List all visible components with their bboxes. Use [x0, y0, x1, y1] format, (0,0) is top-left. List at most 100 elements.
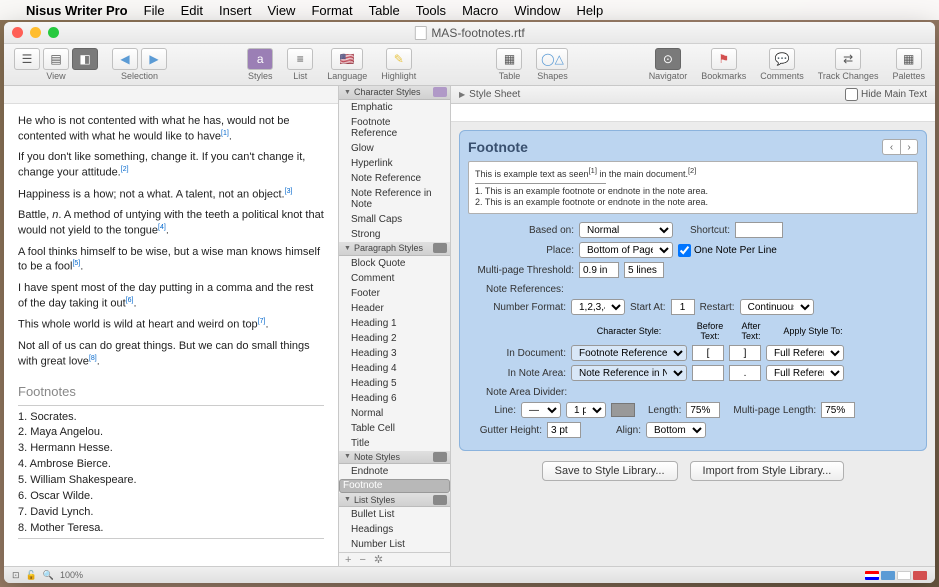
flag-icon[interactable] [897, 571, 911, 580]
style-item-endnote[interactable]: Endnote [339, 464, 450, 479]
in-document-before-input[interactable] [692, 345, 724, 361]
close-button[interactable] [12, 27, 23, 38]
style-settings-button[interactable]: ✲ [374, 553, 383, 566]
style-item[interactable]: Heading 1 [339, 316, 450, 331]
highlight-button[interactable]: ✎ [386, 48, 412, 70]
menu-file[interactable]: File [144, 3, 165, 18]
style-item[interactable]: Footer [339, 286, 450, 301]
remove-style-button[interactable]: − [359, 554, 365, 566]
navigator-button[interactable]: ⊙ [655, 48, 681, 70]
menu-tools[interactable]: Tools [416, 3, 446, 18]
in-note-area-style-select[interactable]: Note Reference in Note [571, 365, 687, 381]
flag-icon[interactable] [865, 571, 879, 580]
selection-prev-button[interactable]: ◀ [112, 48, 138, 70]
status-icon[interactable]: 🔓 [26, 570, 37, 581]
search-icon[interactable]: 🔍 [43, 570, 54, 581]
list-button[interactable]: ≡ [287, 48, 313, 70]
style-item[interactable]: Heading 3 [339, 346, 450, 361]
in-note-area-before-input[interactable] [692, 365, 724, 381]
style-item[interactable]: Title [339, 436, 450, 451]
line-weight-select[interactable]: 1 pt [566, 402, 606, 418]
mpt-lines-input[interactable] [624, 262, 664, 278]
sheet-ruler[interactable] [451, 104, 935, 122]
restart-select[interactable]: Continuous [740, 299, 814, 315]
app-menu[interactable]: Nisus Writer Pro [26, 3, 128, 18]
shortcut-input[interactable] [735, 222, 783, 238]
place-select[interactable]: Bottom of Page [579, 242, 673, 258]
table-button[interactable]: ▦ [496, 48, 522, 70]
style-item[interactable]: Heading 5 [339, 376, 450, 391]
style-item[interactable]: Small Caps [339, 212, 450, 227]
align-select[interactable]: Bottom [646, 422, 706, 438]
style-item[interactable]: Heading 2 [339, 331, 450, 346]
style-item[interactable]: Normal [339, 406, 450, 421]
number-format-select[interactable]: 1,2,3,4 [571, 299, 625, 315]
multipage-length-input[interactable] [821, 402, 855, 418]
style-item[interactable]: Table Cell [339, 421, 450, 436]
based-on-select[interactable]: Normal [579, 222, 673, 238]
flag-icon[interactable] [881, 571, 895, 580]
style-item[interactable]: Heading 6 [339, 391, 450, 406]
prev-style-button[interactable]: ‹ [882, 139, 900, 155]
menu-window[interactable]: Window [514, 3, 560, 18]
style-item[interactable]: Bullet List [339, 507, 450, 522]
note-styles-header[interactable]: Note Styles [339, 451, 450, 465]
menu-help[interactable]: Help [576, 3, 603, 18]
import-from-library-button[interactable]: Import from Style Library... [690, 461, 845, 481]
character-styles-header[interactable]: Character Styles [339, 86, 450, 100]
length-input[interactable] [686, 402, 720, 418]
view-draft-button[interactable]: ▤ [43, 48, 69, 70]
menu-format[interactable]: Format [311, 3, 352, 18]
style-item[interactable]: Number List [339, 537, 450, 552]
palettes-button[interactable]: ▦ [896, 48, 922, 70]
menu-table[interactable]: Table [369, 3, 400, 18]
zoom-level[interactable]: 100% [60, 570, 83, 580]
menu-edit[interactable]: Edit [181, 3, 203, 18]
gutter-height-input[interactable] [547, 422, 581, 438]
menu-macro[interactable]: Macro [462, 3, 498, 18]
menu-view[interactable]: View [268, 3, 296, 18]
comments-button[interactable]: 💬 [769, 48, 795, 70]
style-item[interactable]: Block Quote [339, 256, 450, 271]
style-item[interactable]: Headings [339, 522, 450, 537]
style-item[interactable]: Heading 4 [339, 361, 450, 376]
styles-button[interactable]: a [247, 48, 273, 70]
style-item[interactable]: Footnote Reference [339, 115, 450, 141]
style-item[interactable]: Comment [339, 271, 450, 286]
view-style-button[interactable]: ◧ [72, 48, 98, 70]
bookmarks-button[interactable]: ⚑ [711, 48, 737, 70]
in-note-area-apply-select[interactable]: Full Reference [766, 365, 844, 381]
minimize-button[interactable] [30, 27, 41, 38]
style-item[interactable]: Strong [339, 227, 450, 242]
zoom-button[interactable] [48, 27, 59, 38]
shapes-button[interactable]: ◯△ [536, 48, 568, 70]
mpt-in-input[interactable] [579, 262, 619, 278]
style-item[interactable]: Note Reference [339, 171, 450, 186]
track-changes-button[interactable]: ⇄ [835, 48, 861, 70]
style-item[interactable]: Hyperlink [339, 156, 450, 171]
paragraph-styles-header[interactable]: Paragraph Styles [339, 242, 450, 256]
hide-main-text-checkbox[interactable]: Hide Main Text [845, 88, 927, 101]
save-to-library-button[interactable]: Save to Style Library... [542, 461, 678, 481]
one-note-checkbox[interactable]: One Note Per Line [678, 244, 777, 257]
style-item[interactable]: Note Reference in Note [339, 186, 450, 212]
list-styles-header[interactable]: List Styles [339, 493, 450, 507]
language-button[interactable]: 🇺🇸 [331, 48, 363, 70]
style-item[interactable]: Emphatic [339, 100, 450, 115]
in-document-after-input[interactable] [729, 345, 761, 361]
style-item-footnote[interactable]: Footnote [339, 479, 450, 493]
start-at-input[interactable] [671, 299, 695, 315]
in-document-style-select[interactable]: Footnote Reference [571, 345, 687, 361]
horizontal-ruler[interactable] [4, 86, 338, 104]
style-sheet-header[interactable]: Style Sheet Hide Main Text [451, 86, 935, 104]
style-item[interactable]: Glow [339, 141, 450, 156]
in-note-area-after-input[interactable] [729, 365, 761, 381]
next-style-button[interactable]: › [900, 139, 918, 155]
line-style-select[interactable]: — [521, 402, 561, 418]
in-document-apply-select[interactable]: Full Reference [766, 345, 844, 361]
menu-insert[interactable]: Insert [219, 3, 252, 18]
style-item[interactable]: Header [339, 301, 450, 316]
line-color-swatch[interactable] [611, 403, 635, 417]
status-icon[interactable]: ⊡ [12, 570, 20, 581]
selection-next-button[interactable]: ▶ [141, 48, 167, 70]
